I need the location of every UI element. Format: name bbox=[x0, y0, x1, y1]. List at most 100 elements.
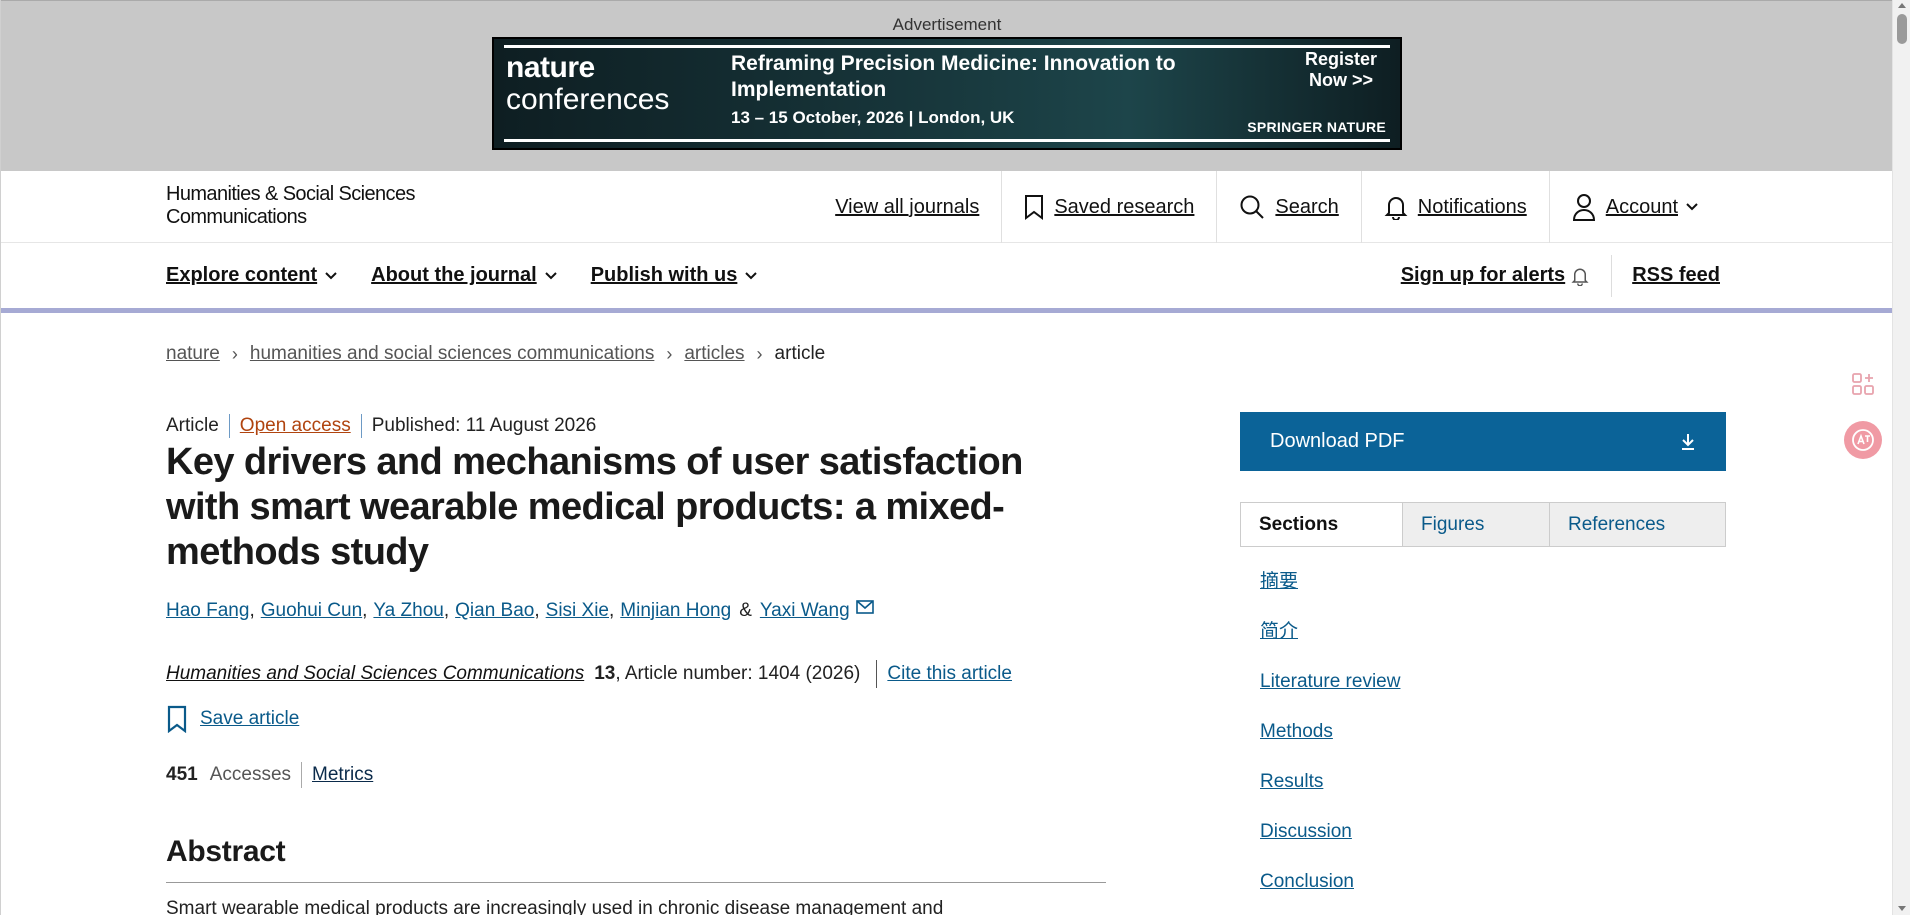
author-link[interactable]: Minjian Hong bbox=[620, 600, 731, 622]
apps-grid-icon[interactable] bbox=[1844, 365, 1882, 403]
advertisement-strip: Advertisement nature conferences Reframi… bbox=[1, 0, 1892, 171]
section-link-conclusion[interactable]: Conclusion bbox=[1260, 867, 1400, 915]
download-pdf-label: Download PDF bbox=[1270, 430, 1405, 452]
user-icon bbox=[1572, 194, 1595, 221]
ad-brand-logo: nature conferences bbox=[506, 53, 669, 115]
author-comma: , bbox=[362, 600, 368, 621]
notifications-link[interactable]: Notifications bbox=[1360, 171, 1549, 243]
chevron-down-icon bbox=[544, 271, 557, 279]
section-link-results[interactable]: Results bbox=[1260, 767, 1400, 817]
about-journal-label: About the journal bbox=[371, 264, 537, 286]
author-link[interactable]: Hao Fang bbox=[166, 600, 249, 622]
bookmark-icon bbox=[167, 705, 187, 733]
open-access-link[interactable]: Open access bbox=[240, 415, 351, 437]
notifications-label: Notifications bbox=[1417, 195, 1527, 218]
view-all-journals-link[interactable]: View all journals bbox=[813, 171, 1001, 243]
scrollbar-thumb[interactable] bbox=[1897, 14, 1907, 44]
journal-name-link[interactable]: Humanities and Social Sciences Communica… bbox=[166, 663, 584, 685]
ad-publisher-logo: SPRINGER NATURE bbox=[1247, 119, 1386, 135]
search-icon bbox=[1240, 195, 1265, 219]
article-type: Article bbox=[166, 415, 219, 436]
sign-up-alerts-link[interactable]: Sign up for alerts bbox=[1401, 264, 1589, 287]
author-link[interactable]: Guohui Cun bbox=[261, 600, 362, 622]
breadcrumb-nature[interactable]: nature bbox=[166, 343, 220, 365]
section-link-discussion[interactable]: Discussion bbox=[1260, 817, 1400, 867]
scroll-down-arrow-icon[interactable] bbox=[1898, 906, 1906, 911]
bell-icon bbox=[1571, 268, 1589, 286]
author-link[interactable]: Ya Zhou bbox=[373, 600, 443, 622]
author-ampersand: & bbox=[739, 600, 752, 621]
journal-logo[interactable]: Humanities & Social Sciences Communicati… bbox=[166, 183, 415, 229]
ad-brand-line1: nature bbox=[506, 51, 595, 84]
breadcrumb-articles[interactable]: articles bbox=[684, 343, 744, 365]
abstract-rule bbox=[166, 882, 1106, 883]
citation-divider bbox=[876, 660, 878, 688]
search-label: Search bbox=[1275, 195, 1339, 218]
email-icon[interactable] bbox=[855, 600, 874, 614]
tab-references[interactable]: References bbox=[1549, 503, 1725, 546]
accesses-label: Accesses bbox=[209, 764, 292, 785]
top-nav: View all journals Saved research Search … bbox=[813, 171, 1720, 243]
article-title: Key drivers and mechanisms of user satis… bbox=[166, 441, 1023, 573]
author-comma: , bbox=[249, 600, 255, 621]
sections-list: 摘要 简介 Literature review Methods Results … bbox=[1260, 567, 1400, 915]
download-icon bbox=[1682, 433, 1694, 450]
author-link[interactable]: Qian Bao bbox=[455, 600, 534, 622]
author-list: Hao Fang, Guohui Cun, Ya Zhou, Qian Bao,… bbox=[166, 600, 874, 622]
site-header: Humanities & Social Sciences Communicati… bbox=[1, 171, 1892, 243]
saved-research-label: Saved research bbox=[1054, 195, 1195, 218]
ad-date-location: 13 – 15 October, 2026 | London, UK bbox=[731, 108, 1015, 127]
publish-with-us-label: Publish with us bbox=[590, 264, 738, 286]
logo-line1: Humanities & Social Sciences bbox=[166, 183, 415, 205]
meta-divider bbox=[228, 414, 230, 438]
search-link[interactable]: Search bbox=[1216, 171, 1360, 243]
section-link-abstract[interactable]: 摘要 bbox=[1260, 567, 1400, 617]
article-metrics: 451 Accesses Metrics bbox=[166, 762, 373, 788]
author-comma: , bbox=[443, 600, 450, 621]
author-comma: , bbox=[609, 600, 615, 621]
page: Advertisement nature conferences Reframi… bbox=[0, 0, 1892, 915]
ad-rule-bottom bbox=[504, 139, 1390, 142]
ad-banner[interactable]: nature conferences Reframing Precision M… bbox=[492, 37, 1402, 150]
save-article-link[interactable]: Save article bbox=[200, 708, 299, 730]
sign-up-alerts-label: Sign up for alerts bbox=[1400, 264, 1566, 286]
download-pdf-button[interactable]: Download PDF bbox=[1240, 412, 1726, 471]
cite-this-article-link[interactable]: Cite this article bbox=[887, 663, 1012, 685]
section-link-literature-review[interactable]: Literature review bbox=[1260, 667, 1400, 717]
author-link[interactable]: Yaxi Wang bbox=[760, 600, 850, 622]
subnav-right: Sign up for alerts RSS feed bbox=[1401, 243, 1720, 308]
subnav-divider bbox=[1611, 254, 1613, 297]
chevron-right-icon: › bbox=[231, 343, 238, 364]
subnav-left: Explore content About the journal Publis… bbox=[166, 243, 791, 308]
publish-with-us-menu[interactable]: Publish with us bbox=[591, 264, 758, 287]
save-article[interactable]: Save article bbox=[166, 705, 299, 733]
vertical-scrollbar[interactable] bbox=[1892, 0, 1910, 915]
rss-feed-link[interactable]: RSS feed bbox=[1632, 264, 1720, 287]
ad-brand-line2: conferences bbox=[506, 83, 670, 116]
section-link-introduction[interactable]: 简介 bbox=[1260, 617, 1400, 667]
chevron-down-icon bbox=[325, 271, 337, 279]
author-link[interactable]: Sisi Xie bbox=[546, 600, 609, 622]
explore-content-label: Explore content bbox=[166, 264, 318, 286]
scroll-up-arrow-icon[interactable] bbox=[1898, 3, 1906, 8]
tab-figures[interactable]: Figures bbox=[1402, 503, 1549, 546]
translate-icon[interactable] bbox=[1844, 421, 1882, 459]
account-menu[interactable]: Account bbox=[1548, 171, 1720, 243]
metrics-link[interactable]: Metrics bbox=[312, 764, 373, 786]
ad-register-button[interactable]: Register Now >> bbox=[1296, 49, 1386, 91]
author-comma: , bbox=[534, 600, 540, 621]
chevron-down-icon bbox=[745, 271, 758, 279]
chevron-down-icon bbox=[1686, 203, 1698, 211]
section-link-methods[interactable]: Methods bbox=[1260, 717, 1400, 767]
breadcrumb-journal[interactable]: humanities and social sciences communica… bbox=[250, 343, 654, 365]
bookmark-icon bbox=[1025, 195, 1044, 220]
abstract-heading: Abstract bbox=[166, 835, 286, 868]
ad-title: Reframing Precision Medicine: Innovation… bbox=[731, 52, 1176, 101]
tab-sections[interactable]: Sections bbox=[1241, 503, 1402, 546]
about-journal-menu[interactable]: About the journal bbox=[371, 264, 557, 287]
explore-content-menu[interactable]: Explore content bbox=[166, 264, 337, 287]
meta-divider bbox=[360, 414, 362, 438]
abstract-text: Smart wearable medical products are incr… bbox=[166, 898, 944, 915]
saved-research-link[interactable]: Saved research bbox=[1001, 171, 1216, 243]
journal-subnav: Explore content About the journal Publis… bbox=[1, 243, 1892, 313]
